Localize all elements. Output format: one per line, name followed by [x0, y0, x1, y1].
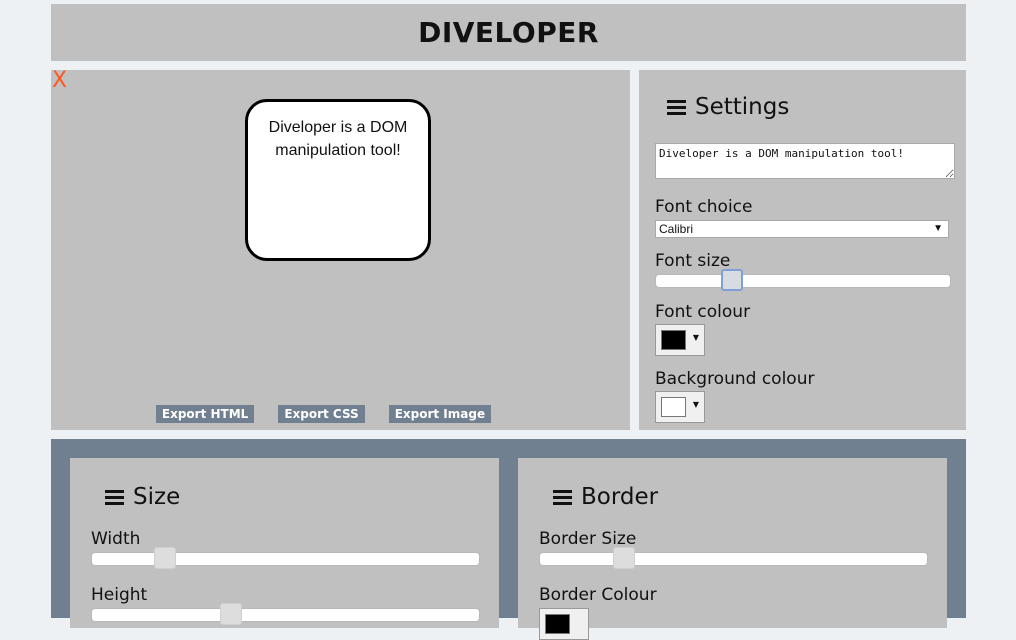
dropdown-arrow-icon: ▼ [692, 400, 699, 409]
menu-icon[interactable] [667, 99, 686, 115]
background-colour-label: Background colour [655, 369, 815, 389]
export-image-button[interactable]: Export Image [388, 405, 492, 423]
font-colour-label: Font colour [655, 302, 751, 322]
dropdown-arrow-icon: ▼ [692, 333, 699, 342]
size-header[interactable]: Size [105, 484, 180, 510]
height-slider-thumb[interactable] [219, 603, 242, 625]
border-colour-swatch [545, 614, 570, 634]
border-title: Border [581, 484, 659, 510]
menu-icon[interactable] [553, 489, 572, 505]
bottom-panels: Size Width Height Border Border Size Bor… [51, 439, 966, 640]
width-slider[interactable] [91, 547, 480, 569]
border-header[interactable]: Border [553, 484, 658, 510]
app-header: DIVELOPER [51, 4, 966, 61]
menu-icon[interactable] [105, 489, 124, 505]
border-panel: Border Border Size Border Colour [518, 458, 947, 640]
font-size-label: Font size [655, 251, 731, 271]
div-text-input[interactable]: Diveloper is a DOM manipulation tool! [655, 143, 955, 179]
preview-div[interactable]: Diveloper is a DOM manipulation tool! [245, 99, 431, 261]
border-colour-picker[interactable] [539, 608, 589, 640]
size-title: Size [133, 484, 181, 510]
dropdown-arrow-icon: ▼ [933, 223, 943, 234]
export-toolbar: Export HTML Export CSS Export Image [51, 405, 630, 423]
font-choice-label: Font choice [655, 197, 753, 217]
border-size-slider-thumb[interactable] [613, 547, 635, 569]
width-slider-thumb[interactable] [154, 547, 177, 569]
border-size-slider[interactable] [539, 547, 928, 569]
app-title: DIVELOPER [418, 16, 599, 49]
settings-panel: Settings Diveloper is a DOM manipulation… [639, 70, 966, 430]
settings-title: Settings [695, 94, 790, 120]
height-slider[interactable] [91, 603, 480, 625]
export-html-button[interactable]: Export HTML [155, 405, 255, 423]
font-choice-value: Calibri [659, 222, 694, 236]
font-choice-select[interactable]: Calibri ▼ [655, 220, 949, 238]
background-colour-swatch [661, 397, 686, 417]
preview-canvas: X Diveloper is a DOM manipulation tool! … [51, 70, 630, 430]
size-panel: Size Width Height [70, 458, 499, 628]
font-size-slider[interactable] [655, 269, 951, 291]
height-label: Height [91, 585, 148, 605]
export-css-button[interactable]: Export CSS [278, 405, 365, 423]
font-size-slider-thumb[interactable] [721, 269, 744, 291]
font-colour-swatch [661, 330, 686, 350]
border-colour-label: Border Colour [539, 585, 657, 605]
border-size-label: Border Size [539, 529, 637, 549]
width-label: Width [91, 529, 141, 549]
background-colour-picker[interactable]: ▼ [655, 391, 705, 423]
settings-header[interactable]: Settings [667, 94, 789, 120]
font-colour-picker[interactable]: ▼ [655, 324, 705, 356]
close-icon[interactable]: X [52, 70, 67, 92]
